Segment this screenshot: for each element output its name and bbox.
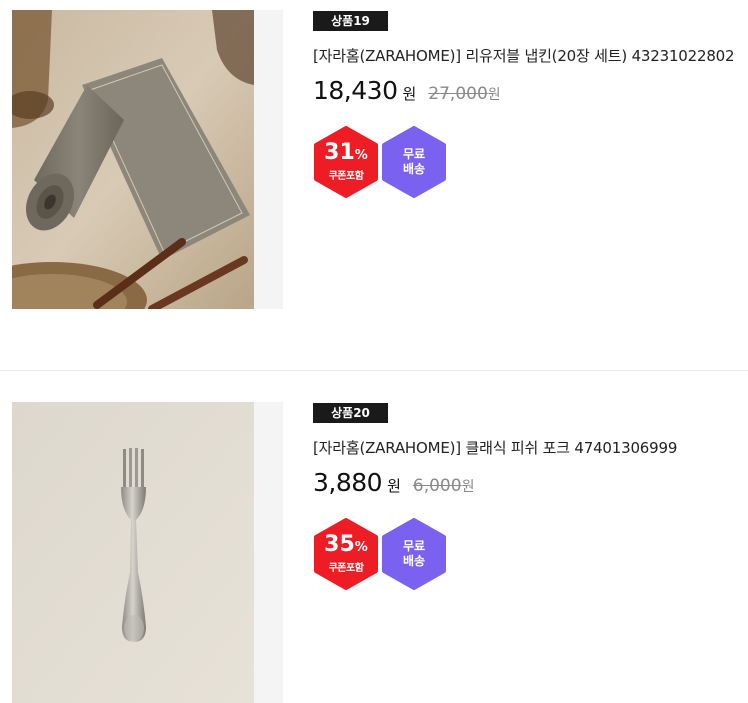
discount-value: 31	[324, 140, 355, 165]
rank-badge: 상품20	[313, 403, 388, 423]
shipping-line-1: 무료	[402, 147, 426, 161]
shipping-line-1: 무료	[402, 539, 426, 553]
price-unit: 원	[402, 85, 417, 103]
discount-value: 35	[324, 532, 355, 557]
original-price-unit: 원	[461, 479, 475, 495]
original-price: 27,000	[428, 84, 488, 104]
discount-sign: %	[354, 148, 368, 163]
product-card[interactable]: 상품20 [자라홈(ZARAHOME)] 클래식 피쉬 포크 474013069…	[0, 371, 748, 703]
coupon-label: 쿠폰포함	[328, 563, 364, 574]
product-info: 상품20 [자라홈(ZARAHOME)] 클래식 피쉬 포크 474013069…	[313, 402, 748, 590]
coupon-label: 쿠폰포함	[328, 171, 364, 182]
discount-sign: %	[354, 540, 368, 555]
price-row: 18,430 원 27,000 원	[313, 76, 748, 108]
product-image[interactable]	[12, 402, 283, 703]
price-unit: 원	[387, 477, 401, 495]
product-card[interactable]: 상품19 [자라홈(ZARAHOME)] 리유저블 냅킨(20장 세트) 432…	[0, 0, 748, 370]
napkin-image	[12, 10, 283, 309]
discount-badge: 31% 쿠폰포함	[313, 126, 379, 198]
rank-badge: 상품19	[313, 11, 388, 31]
free-shipping-badge: 무료 배송	[381, 518, 447, 590]
price-row: 3,880 원 6,000 원	[313, 468, 748, 500]
fork-image	[12, 402, 283, 703]
product-list: 상품19 [자라홈(ZARAHOME)] 리유저블 냅킨(20장 세트) 432…	[0, 0, 748, 703]
shipping-line-2: 배송	[402, 554, 426, 568]
original-price: 6,000	[412, 476, 462, 496]
product-info: 상품19 [자라홈(ZARAHOME)] 리유저블 냅킨(20장 세트) 432…	[313, 10, 748, 198]
badge-row: 31% 쿠폰포함 무료 배송	[313, 126, 748, 198]
badge-row: 35% 쿠폰포함 무료 배송	[313, 518, 748, 590]
free-shipping-badge: 무료 배송	[381, 126, 447, 198]
sale-price: 3,880	[313, 468, 383, 497]
product-title[interactable]: [자라홈(ZARAHOME)] 클래식 피쉬 포크 47401306999	[313, 437, 748, 458]
sale-price: 18,430	[313, 76, 398, 105]
product-title[interactable]: [자라홈(ZARAHOME)] 리유저블 냅킨(20장 세트) 43231022…	[313, 45, 748, 66]
discount-badge: 35% 쿠폰포함	[313, 518, 379, 590]
shipping-line-2: 배송	[402, 162, 426, 176]
original-price-unit: 원	[487, 87, 501, 103]
product-image[interactable]	[12, 10, 283, 309]
